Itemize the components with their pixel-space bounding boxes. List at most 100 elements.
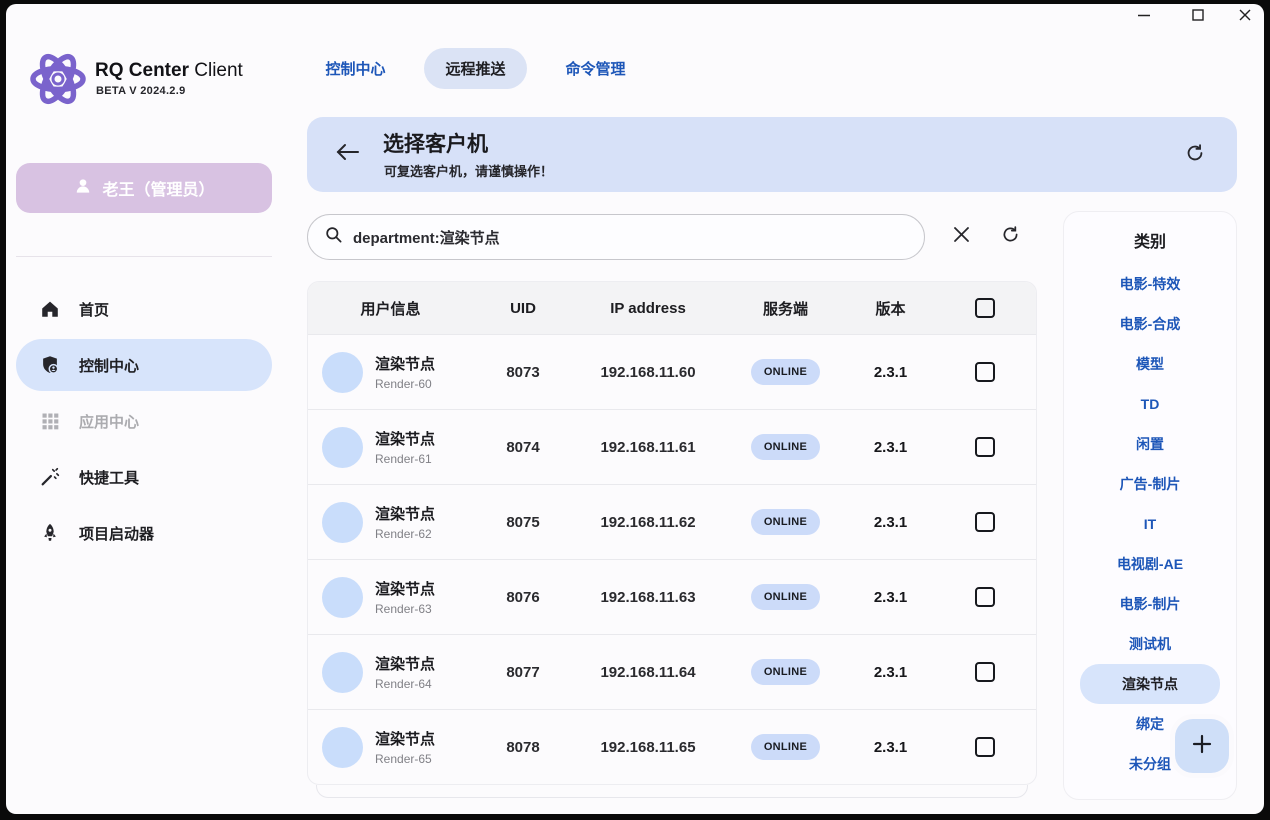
page-subtitle: 可复选客户机，请谨慎操作！ — [384, 161, 553, 180]
app-title-bold: RQ Center — [95, 60, 189, 81]
client-ip: 192.168.11.61 — [573, 439, 723, 456]
search-input[interactable] — [353, 229, 908, 246]
category-item[interactable]: 电视剧-AE — [1080, 544, 1220, 584]
maximize-button[interactable] — [1180, 4, 1216, 30]
search-refresh-button[interactable] — [995, 222, 1025, 252]
client-name: 渲染节点 — [375, 578, 435, 599]
row-checkbox[interactable] — [975, 512, 995, 532]
status-badge: ONLINE — [751, 434, 820, 460]
tab-control-center[interactable]: 控制中心 — [318, 48, 393, 89]
clear-x-icon — [953, 226, 970, 248]
banner-refresh-button[interactable] — [1180, 140, 1210, 170]
client-avatar — [322, 427, 363, 468]
select-all-checkbox[interactable] — [975, 298, 995, 318]
client-ip: 192.168.11.64 — [573, 664, 723, 681]
minimize-icon — [1137, 8, 1151, 27]
col-header-user: 用户信息 — [308, 298, 473, 319]
client-uid: 8078 — [473, 739, 573, 756]
client-name: 渲染节点 — [375, 653, 435, 674]
user-badge[interactable]: 老王（管理员） — [16, 163, 272, 213]
apps-grid-icon — [38, 409, 62, 433]
category-item[interactable]: TD — [1080, 384, 1220, 424]
client-uid: 8074 — [473, 439, 573, 456]
client-ip: 192.168.11.60 — [573, 364, 723, 381]
sidebar-item-app-center[interactable]: 应用中心 — [16, 395, 272, 447]
client-hostname: Render-63 — [375, 602, 435, 616]
client-avatar — [322, 727, 363, 768]
sidebar-item-quick-tools[interactable]: 快捷工具 — [16, 451, 272, 503]
client-version: 2.3.1 — [848, 514, 933, 531]
client-ip: 192.168.11.62 — [573, 514, 723, 531]
sidebar-item-label: 应用中心 — [79, 411, 139, 432]
category-item[interactable]: 电影-制片 — [1080, 584, 1220, 624]
status-badge: ONLINE — [751, 584, 820, 610]
col-header-ip: IP address — [573, 300, 723, 317]
client-version: 2.3.1 — [848, 739, 933, 756]
category-item[interactable]: 电影-特效 — [1080, 264, 1220, 304]
category-panel: 类别 电影-特效 电影-合成 模型 TD 闲置 广告-制片 IT 电视剧-AE … — [1063, 211, 1237, 800]
tab-remote-push[interactable]: 远程推送 — [424, 48, 527, 89]
minimize-button[interactable] — [1126, 4, 1162, 30]
table-row[interactable]: 渲染节点 Render-63 8076 192.168.11.63 ONLINE… — [308, 559, 1036, 634]
tab-label: 控制中心 — [325, 58, 385, 79]
rocket-icon — [38, 521, 62, 545]
app-title-light: Client — [189, 60, 243, 81]
table-row[interactable]: 渲染节点 Render-60 8073 192.168.11.60 ONLINE… — [308, 334, 1036, 409]
client-hostname: Render-65 — [375, 752, 435, 766]
tab-command-manage[interactable]: 命令管理 — [558, 48, 633, 89]
client-avatar — [322, 652, 363, 693]
next-row-cutoff — [316, 785, 1028, 798]
search-bar — [307, 214, 925, 260]
client-name: 渲染节点 — [375, 503, 435, 524]
category-item[interactable]: 测试机 — [1080, 624, 1220, 664]
table-row[interactable]: 渲染节点 Render-64 8077 192.168.11.64 ONLINE… — [308, 634, 1036, 709]
row-checkbox[interactable] — [975, 737, 995, 757]
sidebar-divider — [16, 256, 272, 257]
sidebar-item-label: 项目启动器 — [79, 523, 154, 544]
row-checkbox[interactable] — [975, 437, 995, 457]
user-icon — [73, 176, 93, 201]
client-version: 2.3.1 — [848, 439, 933, 456]
table-row[interactable]: 渲染节点 Render-65 8078 192.168.11.65 ONLINE… — [308, 709, 1036, 784]
status-badge: ONLINE — [751, 509, 820, 535]
home-icon — [38, 297, 62, 321]
search-clear-button[interactable] — [946, 222, 976, 252]
col-header-server: 服务端 — [723, 298, 848, 319]
sidebar-item-label: 控制中心 — [79, 355, 139, 376]
category-item[interactable]: 渲染节点 — [1080, 664, 1220, 704]
category-item[interactable]: 闲置 — [1080, 424, 1220, 464]
page-title: 选择客户机 — [383, 128, 488, 158]
client-hostname: Render-64 — [375, 677, 435, 691]
close-button[interactable] — [1227, 4, 1263, 30]
client-hostname: Render-62 — [375, 527, 435, 541]
client-hostname: Render-60 — [375, 377, 435, 391]
client-name: 渲染节点 — [375, 728, 435, 749]
sidebar-item-label: 快捷工具 — [79, 467, 139, 488]
client-uid: 8077 — [473, 664, 573, 681]
sidebar-item-control-center[interactable]: 控制中心 — [16, 339, 272, 391]
back-button[interactable] — [330, 138, 366, 170]
status-badge: ONLINE — [751, 734, 820, 760]
client-uid: 8076 — [473, 589, 573, 606]
add-button[interactable] — [1175, 719, 1229, 773]
category-item[interactable]: 模型 — [1080, 344, 1220, 384]
app-logo-atom-icon — [27, 46, 89, 117]
col-header-uid: UID — [473, 300, 573, 317]
close-icon — [1238, 8, 1252, 27]
sidebar-item-project-launcher[interactable]: 项目启动器 — [16, 507, 272, 559]
row-checkbox[interactable] — [975, 662, 995, 682]
sidebar-item-home[interactable]: 首页 — [16, 283, 272, 335]
category-item[interactable]: IT — [1080, 504, 1220, 544]
row-checkbox[interactable] — [975, 362, 995, 382]
table-row[interactable]: 渲染节点 Render-61 8074 192.168.11.61 ONLINE… — [308, 409, 1036, 484]
category-item[interactable]: 电影-合成 — [1080, 304, 1220, 344]
row-checkbox[interactable] — [975, 587, 995, 607]
col-header-version: 版本 — [848, 298, 933, 319]
client-ip: 192.168.11.63 — [573, 589, 723, 606]
category-item[interactable]: 广告-制片 — [1080, 464, 1220, 504]
client-avatar — [322, 577, 363, 618]
table-header-row: 用户信息 UID IP address 服务端 版本 — [308, 282, 1036, 334]
app-version: BETA V 2024.2.9 — [96, 85, 186, 97]
table-row[interactable]: 渲染节点 Render-62 8075 192.168.11.62 ONLINE… — [308, 484, 1036, 559]
status-badge: ONLINE — [751, 359, 820, 385]
